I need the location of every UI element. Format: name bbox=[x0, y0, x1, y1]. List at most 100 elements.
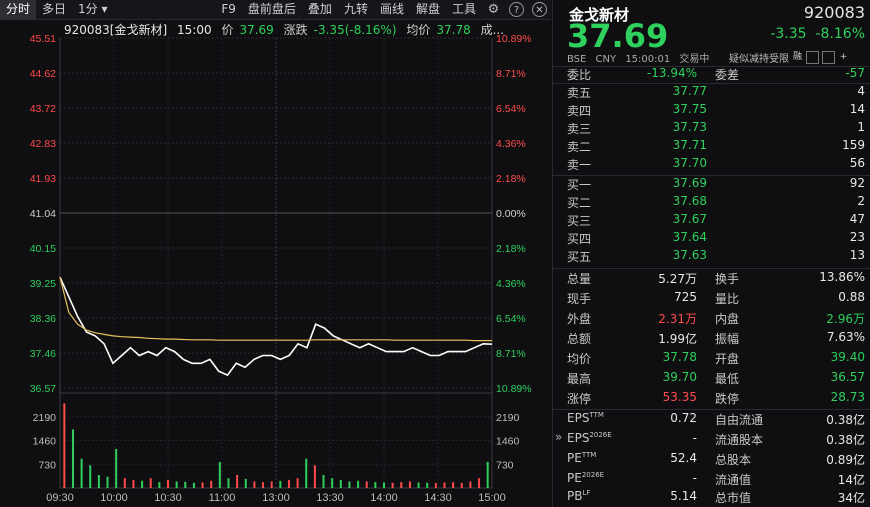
tab-nine-turn[interactable]: 九转 bbox=[338, 0, 374, 19]
add-icon[interactable]: + bbox=[838, 52, 849, 63]
price-tick-label: 40.15 bbox=[30, 243, 56, 255]
fund-value: 5.14 bbox=[670, 489, 697, 503]
price-tick-label: 41.93 bbox=[30, 173, 56, 185]
info-chg: -3.35(-8.16%) bbox=[313, 23, 397, 37]
stat-label: 跌停 bbox=[715, 392, 740, 406]
bid-price: 37.64 bbox=[672, 230, 707, 244]
meta-status: 交易中 bbox=[679, 54, 710, 65]
bid-row[interactable]: 买四 37.64 23 bbox=[567, 230, 865, 248]
bid-price: 37.68 bbox=[672, 194, 707, 208]
tab-multi-day[interactable]: 多日 bbox=[36, 0, 72, 19]
bid-row[interactable]: 买五 37.63 13 bbox=[567, 248, 865, 266]
pct-tick-label: 2.18% bbox=[496, 173, 526, 185]
fund-row: PE2026E - 流通值 14亿 bbox=[567, 471, 865, 489]
info-price-label: 价 bbox=[221, 23, 234, 37]
info-code-name: 920083[金戈新材] bbox=[64, 23, 168, 37]
ask-row[interactable]: 卖一 37.70 56 bbox=[567, 156, 865, 174]
fund-label-sup: 2026E bbox=[581, 471, 605, 479]
fund-value: 52.4 bbox=[670, 451, 697, 465]
fund-label: PE2026E bbox=[567, 471, 604, 485]
stat-label: 换手 bbox=[715, 272, 740, 286]
fund-label-sup: LF bbox=[582, 489, 591, 497]
ask-price: 37.73 bbox=[672, 120, 707, 134]
tab-draw-line[interactable]: 画线 bbox=[374, 0, 410, 19]
change-value: -3.35 bbox=[770, 26, 807, 42]
bid-vol: 2 bbox=[857, 194, 865, 208]
pct-tick-label: 4.36% bbox=[496, 138, 526, 150]
ask-label: 卖三 bbox=[567, 122, 592, 136]
time-tick-label: 13:30 bbox=[316, 492, 344, 504]
bid-row[interactable]: 买三 37.67 47 bbox=[567, 212, 865, 230]
ask-row[interactable]: 卖四 37.75 14 bbox=[567, 102, 865, 120]
tab-intraday[interactable]: 分时 bbox=[0, 0, 37, 19]
stats-row: 总量 5.27万 换手 13.86% bbox=[567, 270, 865, 288]
pct-tick-label: 0.00% bbox=[496, 208, 526, 220]
wei-bi-row: 委比 -13.94% 委差 -57 bbox=[567, 66, 865, 84]
fund-label: 总股本 bbox=[715, 453, 752, 467]
bid-row[interactable]: 买一 37.69 92 bbox=[567, 176, 865, 194]
tab-analysis[interactable]: 解盘 bbox=[410, 0, 446, 19]
gear-icon[interactable]: ⚙ bbox=[486, 2, 501, 17]
ask-price: 37.71 bbox=[672, 138, 707, 152]
price-tick-label: 36.57 bbox=[30, 383, 56, 395]
tab-pre-post-market[interactable]: 盘前盘后 bbox=[242, 0, 302, 19]
fund-label: 流通值 bbox=[715, 473, 752, 487]
collapse-arrow-icon[interactable]: » bbox=[555, 430, 562, 444]
bid-price: 37.67 bbox=[672, 212, 707, 226]
fund-value: 0.89亿 bbox=[826, 453, 865, 467]
ask-row[interactable]: 卖五 37.77 4 bbox=[567, 84, 865, 102]
time-tick-label: 10:00 bbox=[100, 492, 128, 504]
quote-panel: 金戈新材 920083 37.69 -3.35 -8.16% BSE CNY 1… bbox=[552, 0, 870, 507]
ask-price: 37.75 bbox=[672, 102, 707, 116]
stock-code: 920083 bbox=[803, 3, 865, 22]
tab-1min[interactable]: 1分 ▾ bbox=[72, 0, 114, 19]
divider bbox=[553, 268, 870, 269]
stat-value: 2.31万 bbox=[658, 312, 697, 326]
info-avg-label: 均价 bbox=[406, 23, 431, 37]
fund-label: 总市值 bbox=[715, 491, 752, 505]
tab-1min-label: 1分 bbox=[78, 2, 98, 16]
fund-label-sup: TTM bbox=[581, 451, 597, 459]
help-icon[interactable]: ? bbox=[509, 2, 524, 17]
ask-vol: 1 bbox=[857, 120, 865, 134]
fund-label: EPS2026E bbox=[567, 431, 612, 445]
chart-info-bar: 920083[金戈新材] 15:00 价 37.69 涨跌 -3.35(-8.16%… bbox=[64, 21, 510, 38]
fund-value: 14亿 bbox=[837, 473, 865, 487]
chart-svg: 45.51 10.89% 44.62 8.71% 43.72 6.54% 42.83 4.36… bbox=[30, 33, 532, 504]
margin-icon[interactable]: 融 bbox=[792, 52, 803, 63]
pct-tick-label: 8.71% bbox=[496, 68, 526, 80]
price-tick-label: 38.36 bbox=[30, 313, 56, 325]
vol-tick-label: 2190 bbox=[33, 412, 57, 424]
intraday-chart[interactable]: 45.51 10.89% 44.62 8.71% 43.72 6.54% 42.83 4.36… bbox=[0, 19, 552, 507]
tab-overlay[interactable]: 叠加 bbox=[302, 0, 338, 19]
tab-f9[interactable]: F9 bbox=[215, 0, 242, 19]
fund-label-sup: TTM bbox=[589, 411, 604, 419]
stat-label: 最低 bbox=[715, 372, 740, 386]
ask-label: 卖五 bbox=[567, 86, 592, 100]
vol-tick-label: 1460 bbox=[33, 436, 57, 448]
vol-tick-label: 730 bbox=[38, 459, 56, 471]
fund-label: 流通股本 bbox=[715, 433, 764, 447]
stat-value: 5.27万 bbox=[658, 272, 697, 286]
tab-tools[interactable]: 工具 bbox=[446, 0, 482, 19]
ask-row[interactable]: 卖二 37.71 159 bbox=[567, 138, 865, 156]
stat-value: 39.70 bbox=[662, 370, 697, 384]
square-icon-2[interactable] bbox=[822, 51, 835, 64]
square-icon[interactable] bbox=[806, 51, 819, 64]
time-tick-label: 09:30 bbox=[46, 492, 74, 504]
ask-vol: 56 bbox=[849, 156, 865, 170]
vol-tick-label-right: 2190 bbox=[496, 412, 520, 424]
bid-row[interactable]: 买二 37.68 2 bbox=[567, 194, 865, 212]
close-icon[interactable]: ✕ bbox=[532, 2, 547, 17]
stat-label: 均价 bbox=[567, 352, 592, 366]
fund-label: PBLF bbox=[567, 489, 590, 503]
ask-vol: 159 bbox=[842, 138, 865, 152]
ask-price: 37.70 bbox=[672, 156, 707, 170]
ask-row[interactable]: 卖三 37.73 1 bbox=[567, 120, 865, 138]
stats-row: 涨停 53.35 跌停 28.73 bbox=[567, 390, 865, 408]
chart-toolbar: 分时 多日 1分 ▾ F9 盘前盘后 叠加 九转 画线 解盘 工具 ⚙ ? ✕ bbox=[0, 0, 551, 20]
fund-value: 0.72 bbox=[670, 411, 697, 425]
stat-value: 37.78 bbox=[662, 350, 697, 364]
flag-reduction-limit: 疑似减持受限 bbox=[729, 54, 789, 65]
fund-value: - bbox=[692, 431, 697, 445]
